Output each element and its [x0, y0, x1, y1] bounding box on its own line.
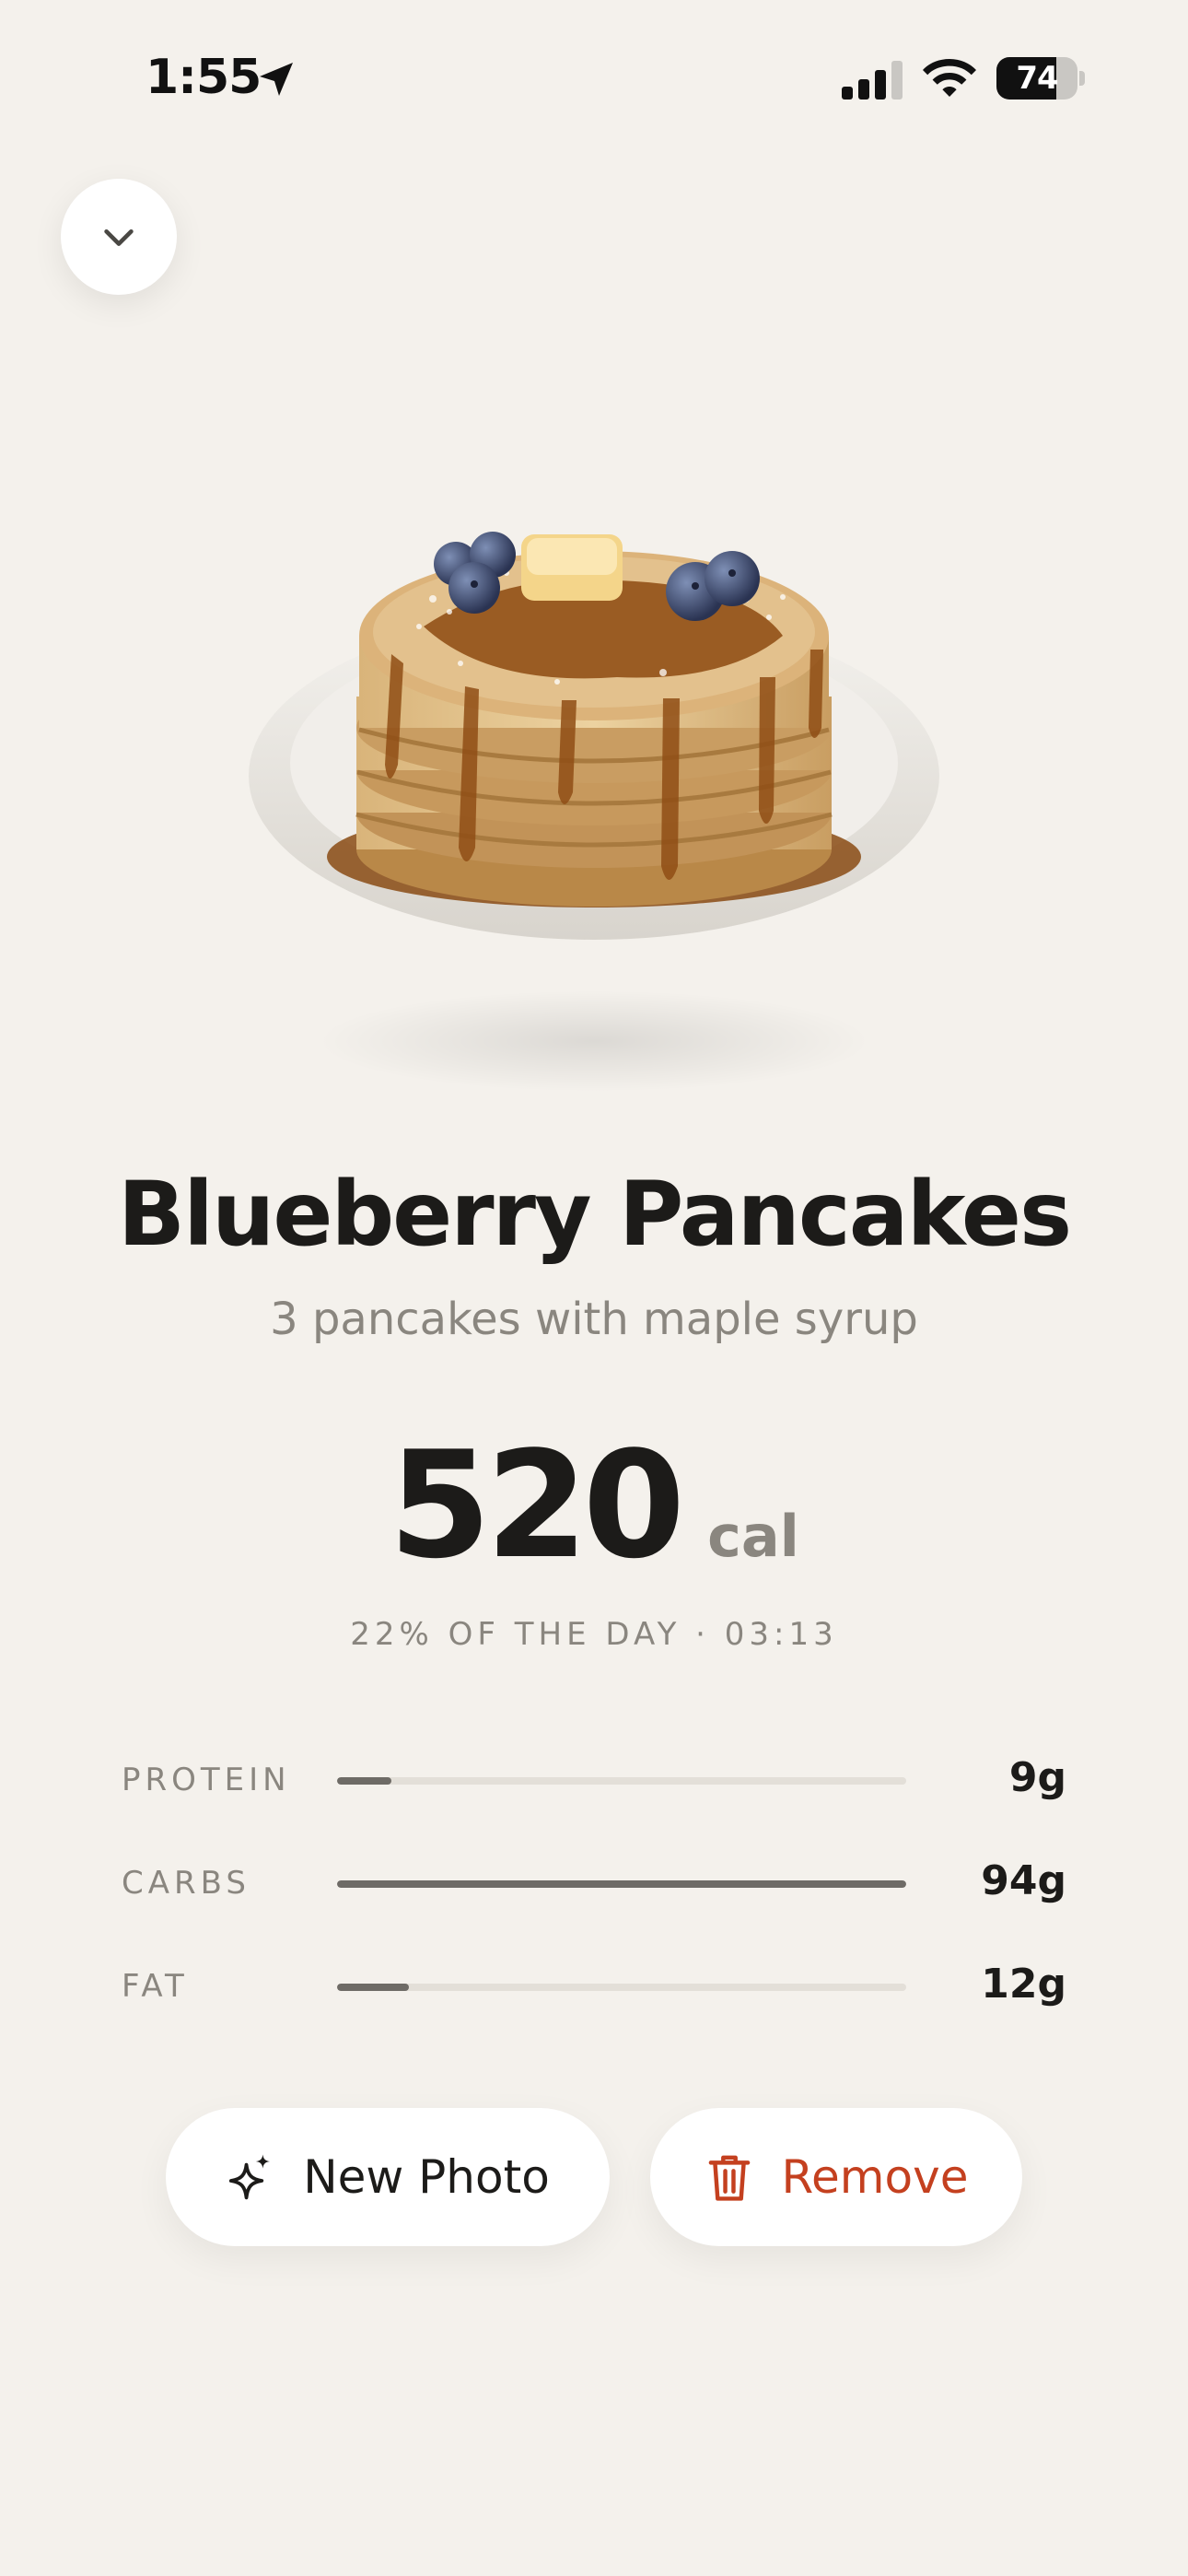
collapse-button[interactable] — [61, 179, 177, 295]
food-photo — [249, 532, 939, 1092]
chevron-down-icon — [104, 228, 134, 246]
status-time: 1:55 — [146, 50, 262, 105]
macro-bar-fill — [337, 1984, 410, 1991]
macro-label: CARBS — [122, 1865, 250, 1902]
calorie-summary: 520 cal — [0, 1419, 1188, 1591]
calorie-unit: cal — [707, 1503, 799, 1570]
food-subtitle: 3 pancakes with maple syrup — [270, 1294, 918, 1345]
macro-value: 94g — [981, 1857, 1066, 1904]
battery-cap — [1079, 71, 1085, 86]
wifi-icon — [923, 59, 976, 97]
daily-percentage-time: 22% OF THE DAY · 03:13 — [350, 1616, 838, 1653]
new-photo-button[interactable]: New Photo — [166, 2108, 610, 2246]
remove-label: Remove — [781, 2150, 969, 2204]
macro-value: 9g — [1008, 1754, 1066, 1801]
macro-bar-fill — [337, 1880, 906, 1888]
food-title: Blueberry Pancakes — [117, 1163, 1072, 1266]
trash-icon — [708, 2155, 750, 2201]
status-bar: 1:55 74 — [0, 0, 1188, 157]
battery-percent: 74 — [1016, 60, 1058, 97]
macro-row-protein: PROTEIN 9g — [122, 1747, 1066, 1811]
remove-button[interactable]: Remove — [650, 2108, 1022, 2246]
battery-body: 74 — [996, 57, 1077, 100]
cellular-signal-icon — [842, 61, 903, 100]
macro-row-carbs: CARBS 94g — [122, 1850, 1066, 1914]
macro-bar-track — [337, 1880, 906, 1888]
battery-icon: 74 — [996, 57, 1085, 100]
macro-bar-track — [337, 1984, 906, 1991]
calorie-value: 520 — [389, 1419, 685, 1591]
macro-value: 12g — [981, 1961, 1066, 2008]
sparkle-icon — [229, 2154, 271, 2200]
macro-bar-fill — [337, 1777, 391, 1785]
macro-row-fat: FAT 12g — [122, 1953, 1066, 2018]
macro-label: PROTEIN — [122, 1762, 291, 1798]
new-photo-label: New Photo — [303, 2150, 550, 2204]
location-arrow-icon — [260, 63, 293, 96]
macro-bar-track — [337, 1777, 906, 1785]
macro-label: FAT — [122, 1968, 189, 2005]
